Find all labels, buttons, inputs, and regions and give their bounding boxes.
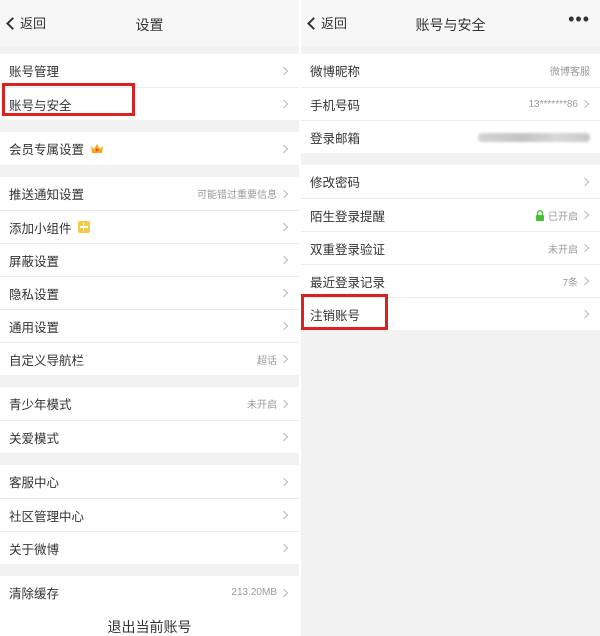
settings-panel: 返回 设置 账号管理 账号与安全 会员专属设置 推送通知设置 可能错过重要信息 …	[0, 0, 299, 636]
chevron-right-icon	[279, 477, 289, 486]
item-label: 修改密码	[310, 176, 361, 190]
crown-icon	[91, 144, 104, 153]
chevron-right-icon	[279, 144, 289, 153]
item-value: 已开启	[548, 211, 578, 223]
chevron-right-icon	[279, 189, 289, 198]
chevron-right-icon	[279, 399, 289, 408]
general-settings-item[interactable]: 通用设置	[0, 309, 299, 342]
item-label: 账号与安全	[9, 98, 72, 113]
chevron-right-icon	[279, 543, 289, 553]
item-value: 微博客服	[550, 67, 590, 78]
chevron-right-icon	[580, 309, 590, 319]
account-management-item[interactable]: 账号管理	[0, 54, 299, 87]
account-info-group: 微博昵称 微博客服 手机号码 13*******86 登录邮箱	[301, 54, 600, 153]
community-management-item[interactable]: 社区管理中心	[0, 498, 299, 531]
chevron-right-icon	[580, 99, 590, 109]
item-label: 清除缓存	[9, 587, 60, 601]
chevron-right-icon	[279, 510, 289, 520]
item-label: 注销账号	[310, 308, 361, 323]
change-password-item[interactable]: 修改密码	[301, 165, 600, 198]
item-label: 社区管理中心	[9, 509, 85, 524]
item-label: 最近登录记录	[310, 275, 386, 290]
page-title: 设置	[135, 17, 164, 33]
chevron-right-icon	[279, 99, 289, 109]
two-factor-auth-item[interactable]: 双重登录验证 未开启	[301, 231, 600, 264]
item-label: 陌生登录提醒	[310, 209, 386, 224]
item-label: 通用设置	[9, 320, 60, 335]
chevron-right-icon	[279, 66, 289, 75]
care-mode-item[interactable]: 关爱模式	[0, 420, 299, 453]
item-label: 添加小组件	[9, 221, 72, 236]
chevron-right-icon	[279, 354, 289, 364]
about-weibo-item[interactable]: 关于微博	[0, 531, 299, 564]
item-label: 自定义导航栏	[9, 353, 85, 368]
item-value: 213.20MB	[231, 587, 277, 598]
custom-navbar-item[interactable]: 自定义导航栏 超话	[0, 342, 299, 375]
nickname-item[interactable]: 微博昵称 微博客服	[301, 54, 600, 87]
settings-header: 返回 设置	[0, 0, 299, 46]
item-label: 隐私设置	[9, 287, 60, 302]
page-title: 账号与安全	[415, 17, 486, 33]
deactivate-account-item[interactable]: 注销账号	[301, 297, 600, 330]
settings-group-member: 会员专属设置	[0, 132, 299, 165]
item-value: 未开启	[548, 244, 578, 256]
item-label: 双重登录验证	[310, 242, 386, 257]
account-security-panel: 返回 账号与安全 ••• 微博昵称 微博客服 手机号码 13*******86 …	[301, 0, 600, 636]
login-email-item[interactable]: 登录邮箱	[301, 120, 600, 153]
phone-number-item[interactable]: 手机号码 13*******86	[301, 87, 600, 120]
teen-mode-item[interactable]: 青少年模式 未开启	[0, 387, 299, 420]
item-value: 13*******86	[528, 98, 579, 110]
item-label: 屏蔽设置	[9, 254, 60, 269]
item-label: 青少年模式	[9, 398, 72, 412]
logout-label: 退出当前账号	[107, 619, 192, 635]
widget-icon	[77, 221, 90, 233]
chevron-right-icon	[279, 222, 289, 232]
item-label: 手机号码	[310, 98, 361, 113]
account-security-header: 返回 账号与安全 •••	[301, 0, 600, 46]
item-label: 客服中心	[9, 476, 60, 490]
lock-icon	[536, 209, 544, 221]
item-label: 会员专属设置	[9, 143, 85, 157]
privacy-settings-item[interactable]: 隐私设置	[0, 276, 299, 309]
settings-group-cache: 清除缓存 213.20MB	[0, 576, 299, 609]
unknown-login-alert-item[interactable]: 陌生登录提醒 已开启	[301, 198, 600, 231]
chevron-right-icon	[580, 276, 590, 286]
security-settings-group: 修改密码 陌生登录提醒 已开启 双重登录验证 未开启 最近登录记录 7条 注销账…	[301, 165, 600, 330]
customer-service-item[interactable]: 客服中心	[0, 465, 299, 498]
clear-cache-item[interactable]: 清除缓存 213.20MB	[0, 576, 299, 609]
item-label: 登录邮箱	[310, 131, 361, 146]
settings-group-account: 账号管理 账号与安全	[0, 54, 299, 120]
item-value: 超话	[257, 355, 277, 367]
logout-button[interactable]: 退出当前账号	[0, 608, 299, 636]
chevron-right-icon	[279, 255, 289, 265]
chevron-right-icon	[580, 210, 590, 220]
chevron-right-icon	[279, 588, 289, 597]
item-value: 7条	[562, 277, 578, 289]
chevron-right-icon	[580, 243, 590, 253]
chevron-right-icon	[279, 321, 289, 331]
settings-group-modes: 青少年模式 未开启 关爱模式	[0, 387, 299, 453]
settings-group-general: 推送通知设置 可能错过重要信息 添加小组件 屏蔽设置 隐私设置 通用设置 自定义…	[0, 177, 299, 375]
item-label: 关于微博	[9, 542, 60, 557]
push-notification-item[interactable]: 推送通知设置 可能错过重要信息	[0, 177, 299, 210]
chevron-right-icon	[279, 432, 289, 442]
add-widget-item[interactable]: 添加小组件	[0, 210, 299, 243]
item-label: 微博昵称	[310, 65, 361, 79]
chevron-right-icon	[279, 288, 289, 298]
member-settings-item[interactable]: 会员专属设置	[0, 132, 299, 165]
item-label: 推送通知设置	[9, 188, 85, 202]
recent-login-records-item[interactable]: 最近登录记录 7条	[301, 264, 600, 297]
item-label: 关爱模式	[9, 431, 60, 446]
item-value: 未开启	[247, 400, 277, 411]
more-icon[interactable]: •••	[568, 9, 590, 30]
item-label: 账号管理	[9, 65, 60, 79]
block-settings-item[interactable]: 屏蔽设置	[0, 243, 299, 276]
account-security-item[interactable]: 账号与安全	[0, 87, 299, 120]
redacted-email	[478, 132, 590, 142]
item-value: 可能错过重要信息	[197, 190, 277, 201]
chevron-right-icon	[580, 177, 590, 186]
settings-group-help: 客服中心 社区管理中心 关于微博	[0, 465, 299, 564]
